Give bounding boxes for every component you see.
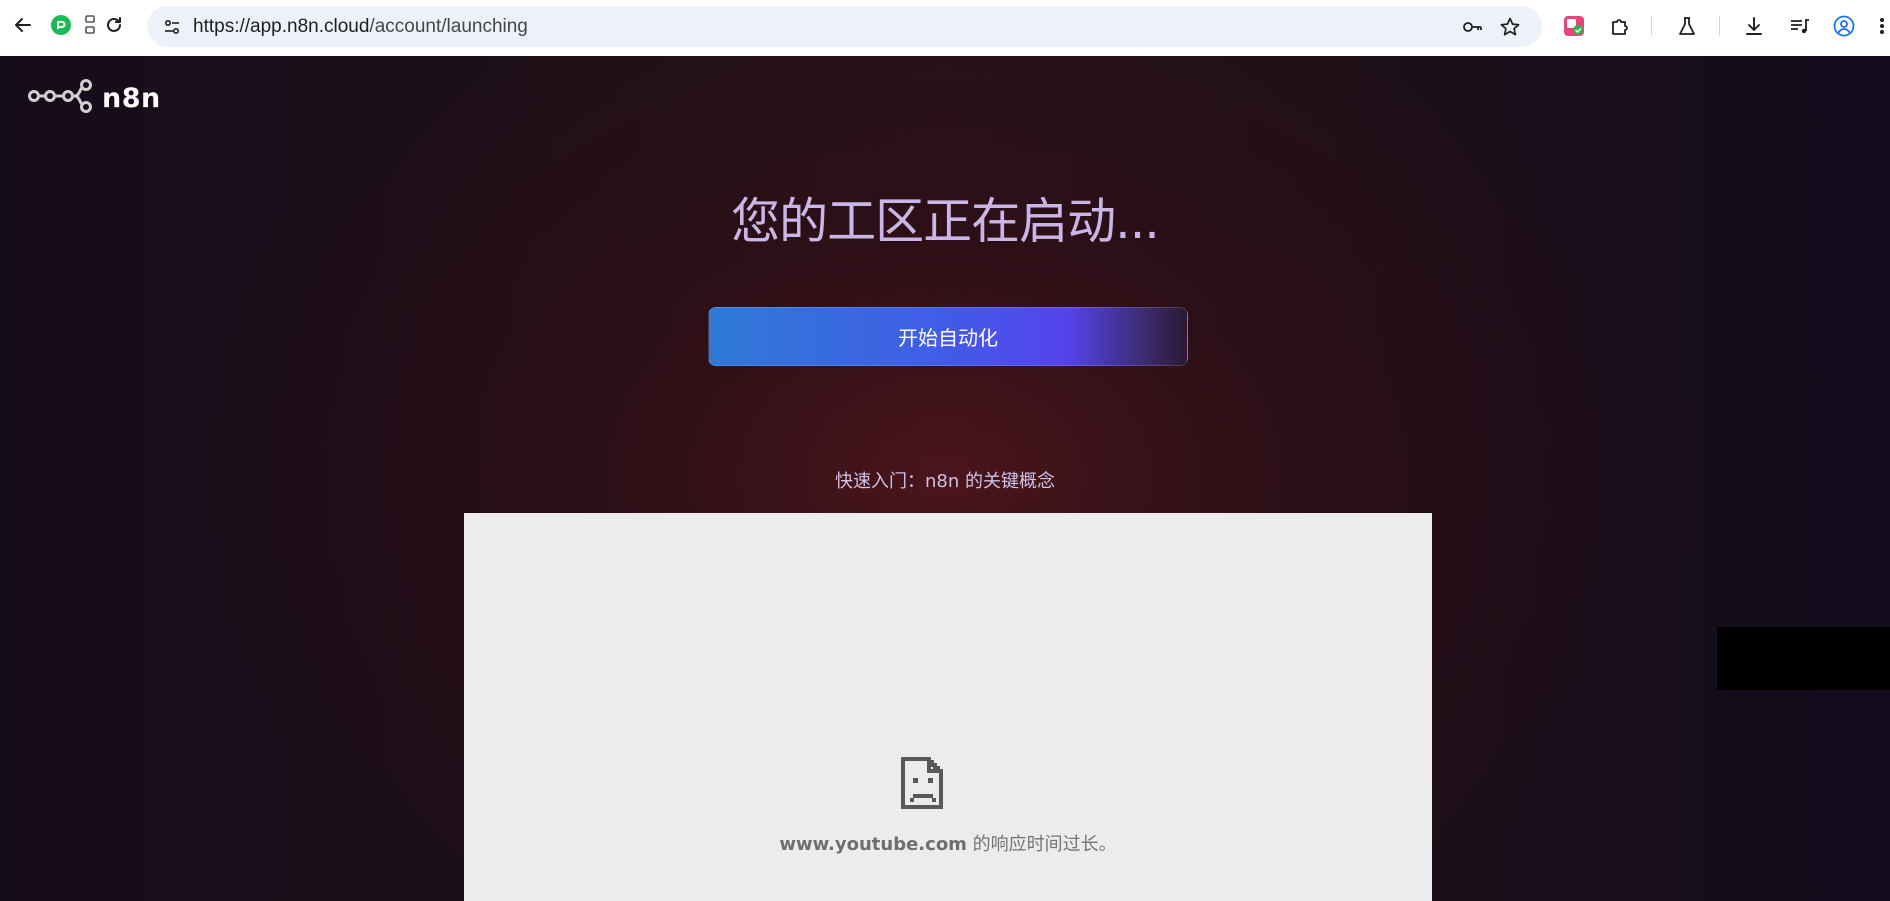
- toolbar-separator: [1719, 16, 1720, 36]
- back-arrow-icon[interactable]: [10, 12, 36, 38]
- page-title: 您的工区正在启动...: [731, 193, 1160, 250]
- launch-page: n8n 您的工区正在启动... 开始自动化 快速入门：n8n 的关键概念 www…: [0, 56, 1890, 901]
- start-automation-button[interactable]: 开始自动化: [708, 307, 1188, 366]
- extension-icon[interactable]: [48, 12, 74, 38]
- overlay-block: [1717, 627, 1890, 690]
- media-controls-icon[interactable]: [1786, 13, 1812, 39]
- url-host: https://app.n8n.cloud: [193, 16, 370, 37]
- browser-toolbar: https://app.n8n.cloud/account/launching: [0, 0, 1890, 56]
- toolbar-separator: [1651, 16, 1652, 36]
- brand-name: n8n: [102, 83, 161, 114]
- video-embed-frame[interactable]: www.youtube.com 的响应时间过长。: [464, 513, 1432, 901]
- translate-extension-icon[interactable]: [1561, 13, 1587, 39]
- site-settings-icon[interactable]: [159, 14, 185, 40]
- key-icon[interactable]: [1459, 14, 1485, 40]
- quickstart-title: 快速入门：n8n 的关键概念: [835, 471, 1055, 492]
- url-text[interactable]: https://app.n8n.cloud/account/launching: [193, 16, 528, 38]
- sad-page-icon: [900, 756, 946, 810]
- error-host: www.youtube.com: [779, 834, 967, 855]
- reload-icon[interactable]: [101, 12, 127, 38]
- address-bar[interactable]: https://app.n8n.cloud/account/launching: [147, 6, 1542, 47]
- kebab-menu-icon[interactable]: [1873, 13, 1890, 39]
- download-icon[interactable]: [1741, 13, 1767, 39]
- star-icon[interactable]: [1497, 14, 1523, 40]
- split-view-icon[interactable]: [77, 12, 103, 38]
- n8n-logo-icon: [28, 78, 96, 119]
- flask-icon[interactable]: [1674, 13, 1700, 39]
- url-path: /account/launching: [369, 16, 528, 37]
- embed-error-message: www.youtube.com 的响应时间过长。: [464, 830, 1432, 856]
- profile-icon[interactable]: [1831, 13, 1857, 39]
- error-detail: 的响应时间过长。: [966, 834, 1117, 855]
- puzzle-icon[interactable]: [1607, 13, 1633, 39]
- n8n-logo[interactable]: n8n: [28, 78, 161, 119]
